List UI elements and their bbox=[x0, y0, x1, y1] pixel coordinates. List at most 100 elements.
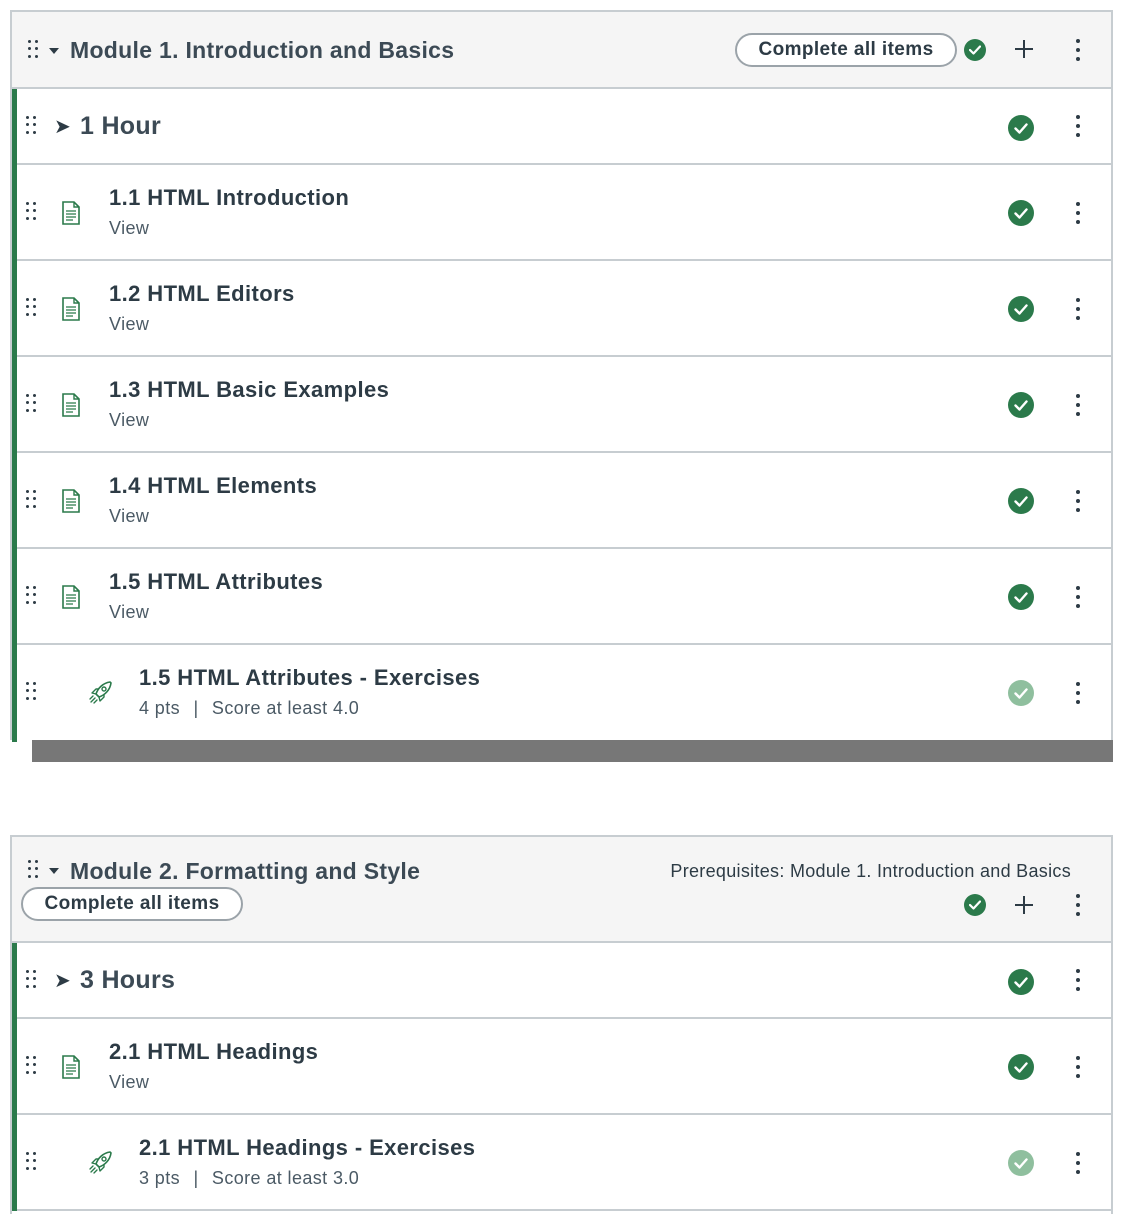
page-icon bbox=[62, 1055, 80, 1079]
item-separator: | bbox=[193, 698, 199, 718]
item-title[interactable]: 2.1 HTML Headings - Exercises bbox=[139, 1135, 475, 1161]
item-title[interactable]: 1.4 HTML Elements bbox=[109, 473, 317, 499]
checkmark-circle-icon bbox=[964, 894, 986, 916]
module-header[interactable]: Module 2. Formatting and Style Prerequis… bbox=[12, 837, 1111, 943]
kebab-menu-icon[interactable] bbox=[1075, 586, 1081, 608]
item-requirement: View bbox=[109, 410, 150, 430]
drag-handle-icon[interactable] bbox=[26, 970, 38, 990]
item-title[interactable]: 1.3 HTML Basic Examples bbox=[109, 377, 389, 403]
arrow-right-icon: ➤ bbox=[54, 116, 71, 138]
checkmark-circle-icon bbox=[1008, 392, 1034, 418]
drag-handle-icon[interactable] bbox=[26, 116, 38, 136]
module-item[interactable]: 2.1 HTML Headings View bbox=[12, 1019, 1111, 1115]
kebab-menu-icon[interactable] bbox=[1075, 969, 1081, 991]
completion-bar bbox=[12, 549, 17, 645]
module-2: Module 2. Formatting and Style Prerequis… bbox=[10, 835, 1113, 1214]
checkmark-circle-icon bbox=[1008, 200, 1034, 226]
add-item-plus-icon[interactable] bbox=[1014, 895, 1034, 915]
module-item[interactable]: 1.5 HTML Attributes View bbox=[12, 549, 1111, 645]
module-item[interactable]: 1.2 HTML Editors View bbox=[12, 261, 1111, 357]
item-points: 4 pts bbox=[139, 698, 181, 718]
subheader-title: 1 Hour bbox=[80, 112, 161, 140]
drag-handle-icon[interactable] bbox=[26, 490, 38, 510]
kebab-menu-icon[interactable] bbox=[1075, 682, 1081, 704]
completion-bar bbox=[12, 453, 17, 549]
kebab-menu-icon[interactable] bbox=[1075, 1056, 1081, 1078]
subheader-title: 3 Hours bbox=[80, 966, 176, 994]
page-icon bbox=[62, 393, 80, 417]
item-requirement: View bbox=[109, 506, 150, 526]
item-title[interactable]: 1.2 HTML Editors bbox=[109, 281, 295, 307]
checkmark-circle-icon bbox=[964, 39, 986, 61]
complete-all-items-button[interactable]: Complete all items bbox=[735, 33, 957, 67]
completion-bar bbox=[12, 943, 17, 1019]
module-1: Module 1. Introduction and Basics Comple… bbox=[10, 10, 1113, 742]
item-title[interactable]: 1.5 HTML Attributes - Exercises bbox=[139, 665, 480, 691]
module-item[interactable]: 1.3 HTML Basic Examples View bbox=[12, 357, 1111, 453]
module-item[interactable]: 1.4 HTML Elements View bbox=[12, 453, 1111, 549]
rocket-icon bbox=[89, 1151, 112, 1174]
drag-handle-icon[interactable] bbox=[26, 298, 38, 318]
kebab-menu-icon[interactable] bbox=[1075, 1152, 1081, 1174]
item-score-requirement: Score at least 3.0 bbox=[211, 1168, 360, 1188]
checkmark-circle-icon bbox=[1008, 1150, 1034, 1176]
drag-handle-icon[interactable] bbox=[26, 394, 38, 414]
kebab-menu-icon[interactable] bbox=[1075, 202, 1081, 224]
item-score-requirement: Score at least 4.0 bbox=[211, 698, 360, 718]
horizontal-scrollbar[interactable] bbox=[32, 740, 1113, 762]
add-item-plus-icon[interactable] bbox=[1014, 39, 1034, 59]
kebab-menu-icon[interactable] bbox=[1075, 115, 1081, 137]
drag-handle-icon[interactable] bbox=[28, 860, 40, 880]
checkmark-circle-icon bbox=[1008, 680, 1034, 706]
checkmark-circle-icon bbox=[1008, 115, 1034, 141]
checkmark-circle-icon bbox=[1008, 584, 1034, 610]
drag-handle-icon[interactable] bbox=[26, 586, 38, 606]
completion-bar bbox=[12, 89, 17, 165]
kebab-menu-icon[interactable] bbox=[1075, 490, 1081, 512]
item-requirement: 4 pts | Score at least 4.0 bbox=[139, 698, 359, 719]
kebab-menu-icon[interactable] bbox=[1075, 298, 1081, 320]
prerequisites-text: Prerequisites: Module 1. Introduction an… bbox=[670, 861, 1071, 881]
page-icon bbox=[62, 297, 80, 321]
drag-handle-icon[interactable] bbox=[26, 202, 38, 222]
module-item[interactable]: 1.1 HTML Introduction View bbox=[12, 165, 1111, 261]
module-header[interactable]: Module 1. Introduction and Basics Comple… bbox=[12, 12, 1111, 89]
item-title[interactable]: 1.1 HTML Introduction bbox=[109, 185, 349, 211]
drag-handle-icon[interactable] bbox=[26, 682, 38, 702]
page-icon bbox=[62, 585, 80, 609]
drag-handle-icon[interactable] bbox=[26, 1152, 38, 1172]
checkmark-circle-icon bbox=[1008, 969, 1034, 995]
item-requirement: View bbox=[109, 218, 150, 238]
rocket-icon bbox=[89, 681, 112, 704]
subheader-row[interactable]: ➤ 3 Hours bbox=[12, 943, 1111, 1019]
completion-bar bbox=[12, 261, 17, 357]
kebab-menu-icon[interactable] bbox=[1075, 394, 1081, 416]
complete-all-items-button[interactable]: Complete all items bbox=[21, 887, 243, 921]
item-requirement: 3 pts | Score at least 3.0 bbox=[139, 1168, 359, 1189]
caret-down-icon[interactable] bbox=[49, 48, 59, 54]
item-separator: | bbox=[193, 1168, 199, 1188]
page-icon bbox=[62, 201, 80, 225]
page-icon bbox=[62, 489, 80, 513]
item-title[interactable]: 1.5 HTML Attributes bbox=[109, 569, 323, 595]
module-item[interactable]: 1.5 HTML Attributes - Exercises 4 pts | … bbox=[12, 645, 1111, 742]
completion-bar bbox=[12, 1019, 17, 1115]
completion-bar bbox=[12, 645, 17, 742]
checkmark-circle-icon bbox=[1008, 1054, 1034, 1080]
module-title: Module 2. Formatting and Style bbox=[70, 858, 421, 884]
kebab-menu-icon[interactable] bbox=[1075, 894, 1081, 916]
drag-handle-icon[interactable] bbox=[28, 40, 40, 60]
drag-handle-icon[interactable] bbox=[26, 1056, 38, 1076]
completion-bar bbox=[12, 1115, 17, 1211]
completion-bar bbox=[12, 357, 17, 453]
module-title: Module 1. Introduction and Basics bbox=[70, 37, 455, 63]
kebab-menu-icon[interactable] bbox=[1075, 39, 1081, 61]
checkmark-circle-icon bbox=[1008, 488, 1034, 514]
module-item[interactable]: 2.1 HTML Headings - Exercises 3 pts | Sc… bbox=[12, 1115, 1111, 1211]
checkmark-circle-icon bbox=[1008, 296, 1034, 322]
subheader-row[interactable]: ➤ 1 Hour bbox=[12, 89, 1111, 165]
caret-down-icon[interactable] bbox=[49, 868, 59, 874]
item-requirement: View bbox=[109, 1072, 150, 1092]
item-title[interactable]: 2.1 HTML Headings bbox=[109, 1039, 318, 1065]
arrow-right-icon: ➤ bbox=[54, 970, 71, 992]
